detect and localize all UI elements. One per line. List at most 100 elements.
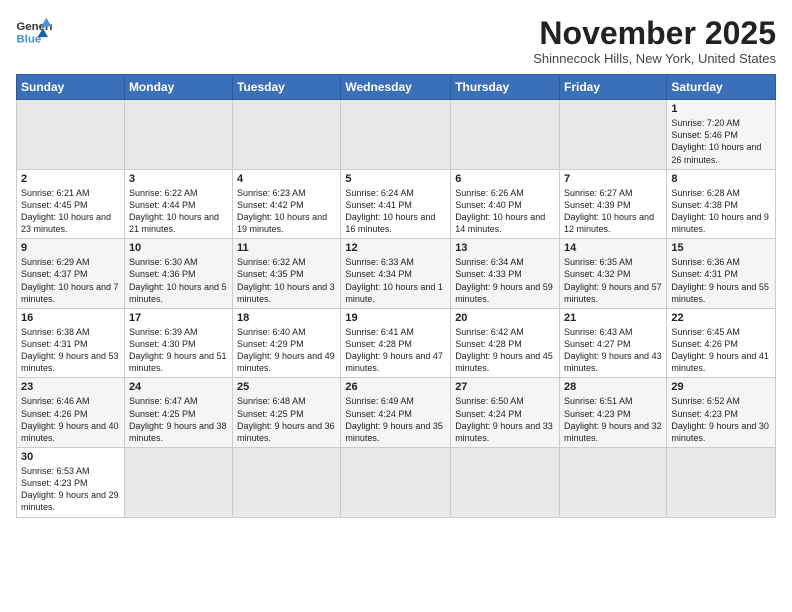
day-number: 5 bbox=[345, 173, 446, 185]
day-info: Sunrise: 6:53 AM Sunset: 4:23 PM Dayligh… bbox=[21, 465, 120, 514]
day-number: 18 bbox=[237, 312, 336, 324]
day-info: Sunrise: 6:35 AM Sunset: 4:32 PM Dayligh… bbox=[564, 256, 662, 305]
day-number: 13 bbox=[455, 242, 555, 254]
day-number: 28 bbox=[564, 381, 662, 393]
calendar-week-row: 9 Sunrise: 6:29 AM Sunset: 4:37 PM Daylig… bbox=[17, 239, 776, 309]
day-info: Sunrise: 6:42 AM Sunset: 4:28 PM Dayligh… bbox=[455, 326, 555, 375]
calendar-cell bbox=[124, 100, 232, 170]
day-info: Sunrise: 6:45 AM Sunset: 4:26 PM Dayligh… bbox=[671, 326, 771, 375]
day-number: 20 bbox=[455, 312, 555, 324]
day-info: Sunrise: 6:33 AM Sunset: 4:34 PM Dayligh… bbox=[345, 256, 446, 305]
calendar-cell bbox=[560, 448, 667, 518]
calendar-cell: 27Sunrise: 6:50 AM Sunset: 4:24 PM Dayli… bbox=[451, 378, 560, 448]
day-info: Sunrise: 7:20 AM Sunset: 5:46 PM Dayligh… bbox=[671, 117, 771, 166]
calendar-cell: 24 Sunrise: 6:47 AM Sunset: 4:25 PM Dayli… bbox=[124, 378, 232, 448]
day-number: 16 bbox=[21, 312, 120, 324]
calendar-cell: 12 Sunrise: 6:33 AM Sunset: 4:34 PM Dayli… bbox=[341, 239, 451, 309]
day-info: Sunrise: 6:36 AM Sunset: 4:31 PM Dayligh… bbox=[671, 256, 771, 305]
calendar-cell bbox=[341, 100, 451, 170]
calendar-cell: 7Sunrise: 6:27 AM Sunset: 4:39 PM Daylig… bbox=[560, 169, 667, 239]
day-number: 1 bbox=[671, 103, 771, 115]
calendar-cell: 4 Sunrise: 6:23 AM Sunset: 4:42 PM Daylig… bbox=[233, 169, 341, 239]
day-number: 11 bbox=[237, 242, 336, 254]
day-info: Sunrise: 6:48 AM Sunset: 4:25 PM Dayligh… bbox=[237, 395, 336, 444]
calendar-cell bbox=[233, 100, 341, 170]
calendar-cell: 3 Sunrise: 6:22 AM Sunset: 4:44 PM Daylig… bbox=[124, 169, 232, 239]
day-info: Sunrise: 6:28 AM Sunset: 4:38 PM Dayligh… bbox=[671, 187, 771, 236]
day-info: Sunrise: 6:21 AM Sunset: 4:45 PM Dayligh… bbox=[21, 187, 120, 236]
day-number: 2 bbox=[21, 173, 120, 185]
day-number: 30 bbox=[21, 451, 120, 463]
calendar-cell: 10 Sunrise: 6:30 AM Sunset: 4:36 PM Dayli… bbox=[124, 239, 232, 309]
calendar-cell: 25Sunrise: 6:48 AM Sunset: 4:25 PM Dayli… bbox=[233, 378, 341, 448]
calendar-cell: 13 Sunrise: 6:34 AM Sunset: 4:33 PM Dayli… bbox=[451, 239, 560, 309]
calendar-week-row: 1 Sunrise: 7:20 AM Sunset: 5:46 PM Daylig… bbox=[17, 100, 776, 170]
day-number: 12 bbox=[345, 242, 446, 254]
weekday-header-saturday: Saturday bbox=[667, 75, 776, 100]
calendar-cell bbox=[341, 448, 451, 518]
calendar-cell: 30 Sunrise: 6:53 AM Sunset: 4:23 PM Dayli… bbox=[17, 448, 125, 518]
calendar-cell bbox=[451, 100, 560, 170]
calendar-cell: 17Sunrise: 6:39 AM Sunset: 4:30 PM Dayli… bbox=[124, 308, 232, 378]
calendar-cell: 19Sunrise: 6:41 AM Sunset: 4:28 PM Dayli… bbox=[341, 308, 451, 378]
day-info: Sunrise: 6:47 AM Sunset: 4:25 PM Dayligh… bbox=[129, 395, 228, 444]
day-number: 3 bbox=[129, 173, 228, 185]
calendar-cell: 15 Sunrise: 6:36 AM Sunset: 4:31 PM Dayli… bbox=[667, 239, 776, 309]
day-info: Sunrise: 6:27 AM Sunset: 4:39 PM Dayligh… bbox=[564, 187, 662, 236]
day-number: 15 bbox=[671, 242, 771, 254]
weekday-header-tuesday: Tuesday bbox=[233, 75, 341, 100]
logo-icon: General Blue bbox=[16, 16, 52, 46]
calendar-cell: 16 Sunrise: 6:38 AM Sunset: 4:31 PM Dayli… bbox=[17, 308, 125, 378]
calendar-cell: 6 Sunrise: 6:26 AM Sunset: 4:40 PM Daylig… bbox=[451, 169, 560, 239]
day-number: 8 bbox=[671, 173, 771, 185]
day-number: 21 bbox=[564, 312, 662, 324]
weekday-header-thursday: Thursday bbox=[451, 75, 560, 100]
calendar-table: SundayMondayTuesdayWednesdayThursdayFrid… bbox=[16, 74, 776, 517]
day-number: 24 bbox=[129, 381, 228, 393]
calendar-cell: 1 Sunrise: 7:20 AM Sunset: 5:46 PM Daylig… bbox=[667, 100, 776, 170]
day-info: Sunrise: 6:40 AM Sunset: 4:29 PM Dayligh… bbox=[237, 326, 336, 375]
weekday-header-monday: Monday bbox=[124, 75, 232, 100]
day-number: 6 bbox=[455, 173, 555, 185]
day-info: Sunrise: 6:51 AM Sunset: 4:23 PM Dayligh… bbox=[564, 395, 662, 444]
calendar-cell: 11 Sunrise: 6:32 AM Sunset: 4:35 PM Dayli… bbox=[233, 239, 341, 309]
logo: General Blue bbox=[16, 16, 52, 46]
day-number: 4 bbox=[237, 173, 336, 185]
calendar-cell: 21Sunrise: 6:43 AM Sunset: 4:27 PM Dayli… bbox=[560, 308, 667, 378]
weekday-header-wednesday: Wednesday bbox=[341, 75, 451, 100]
calendar-cell: 14Sunrise: 6:35 AM Sunset: 4:32 PM Dayli… bbox=[560, 239, 667, 309]
day-number: 9 bbox=[21, 242, 120, 254]
weekday-header-sunday: Sunday bbox=[17, 75, 125, 100]
calendar-cell: 29Sunrise: 6:52 AM Sunset: 4:23 PM Dayli… bbox=[667, 378, 776, 448]
calendar-week-row: 16 Sunrise: 6:38 AM Sunset: 4:31 PM Dayli… bbox=[17, 308, 776, 378]
calendar-week-row: 23Sunrise: 6:46 AM Sunset: 4:26 PM Dayli… bbox=[17, 378, 776, 448]
calendar-cell: 18 Sunrise: 6:40 AM Sunset: 4:29 PM Dayli… bbox=[233, 308, 341, 378]
svg-text:Blue: Blue bbox=[16, 33, 41, 45]
day-info: Sunrise: 6:30 AM Sunset: 4:36 PM Dayligh… bbox=[129, 256, 228, 305]
day-number: 17 bbox=[129, 312, 228, 324]
day-number: 26 bbox=[345, 381, 446, 393]
calendar-header-row: SundayMondayTuesdayWednesdayThursdayFrid… bbox=[17, 75, 776, 100]
calendar-cell: 20 Sunrise: 6:42 AM Sunset: 4:28 PM Dayli… bbox=[451, 308, 560, 378]
calendar-cell bbox=[667, 448, 776, 518]
day-info: Sunrise: 6:34 AM Sunset: 4:33 PM Dayligh… bbox=[455, 256, 555, 305]
calendar-cell: 22Sunrise: 6:45 AM Sunset: 4:26 PM Dayli… bbox=[667, 308, 776, 378]
day-info: Sunrise: 6:22 AM Sunset: 4:44 PM Dayligh… bbox=[129, 187, 228, 236]
calendar-cell: 5Sunrise: 6:24 AM Sunset: 4:41 PM Daylig… bbox=[341, 169, 451, 239]
day-info: Sunrise: 6:32 AM Sunset: 4:35 PM Dayligh… bbox=[237, 256, 336, 305]
day-info: Sunrise: 6:41 AM Sunset: 4:28 PM Dayligh… bbox=[345, 326, 446, 375]
calendar-week-row: 30 Sunrise: 6:53 AM Sunset: 4:23 PM Dayli… bbox=[17, 448, 776, 518]
location-subtitle: Shinnecock Hills, New York, United State… bbox=[533, 51, 776, 66]
calendar-cell: 23Sunrise: 6:46 AM Sunset: 4:26 PM Dayli… bbox=[17, 378, 125, 448]
day-info: Sunrise: 6:26 AM Sunset: 4:40 PM Dayligh… bbox=[455, 187, 555, 236]
day-number: 10 bbox=[129, 242, 228, 254]
calendar-cell bbox=[451, 448, 560, 518]
day-info: Sunrise: 6:29 AM Sunset: 4:37 PM Dayligh… bbox=[21, 256, 120, 305]
day-info: Sunrise: 6:23 AM Sunset: 4:42 PM Dayligh… bbox=[237, 187, 336, 236]
day-number: 29 bbox=[671, 381, 771, 393]
day-number: 23 bbox=[21, 381, 120, 393]
day-info: Sunrise: 6:50 AM Sunset: 4:24 PM Dayligh… bbox=[455, 395, 555, 444]
calendar-cell bbox=[233, 448, 341, 518]
day-info: Sunrise: 6:38 AM Sunset: 4:31 PM Dayligh… bbox=[21, 326, 120, 375]
calendar-cell: 28 Sunrise: 6:51 AM Sunset: 4:23 PM Dayli… bbox=[560, 378, 667, 448]
